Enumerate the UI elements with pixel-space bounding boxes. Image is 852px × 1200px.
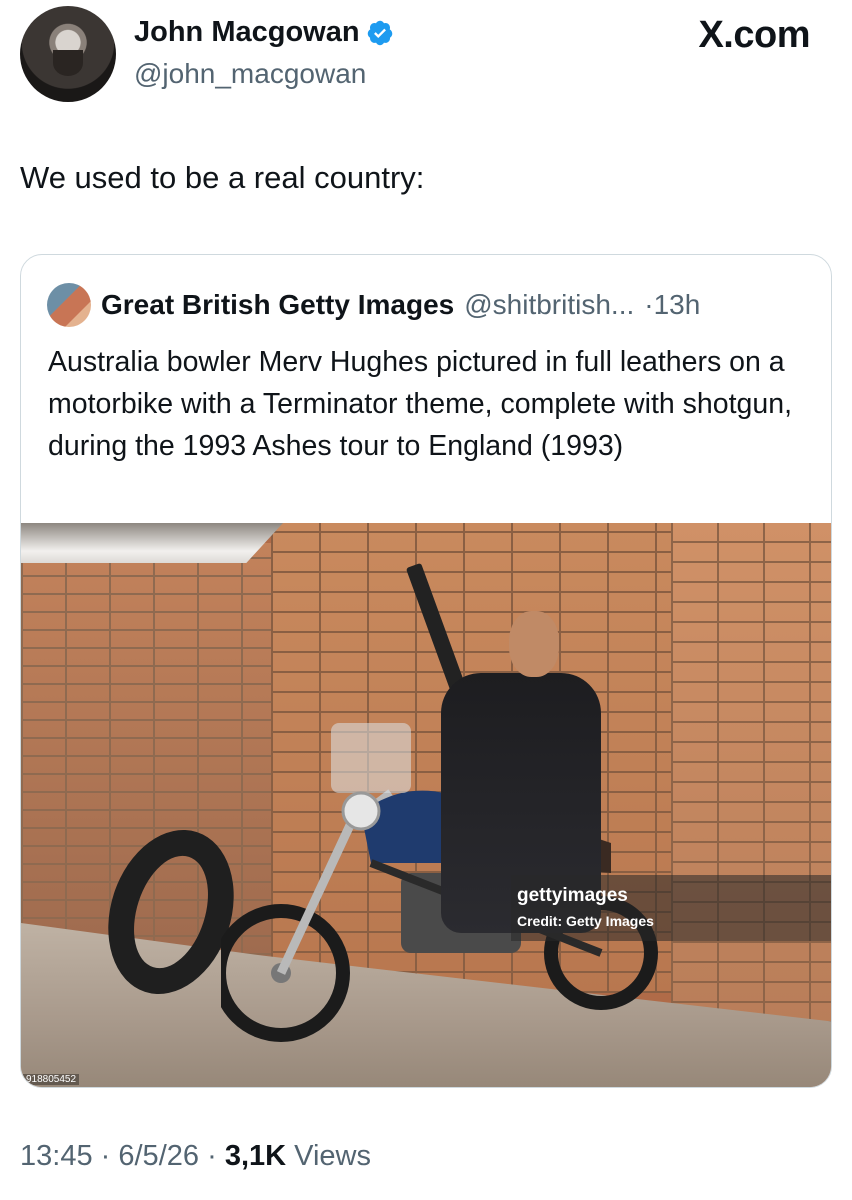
tweet-meta: 13:45 · 6/5/26 · 3,1K Views [20, 1140, 371, 1173]
tweet-time[interactable]: 13:45 [20, 1140, 93, 1172]
quoted-separator: · [644, 289, 654, 320]
quoted-header: Great British Getty Images @shitbritish.… [47, 283, 700, 327]
getty-watermark: gettyimages Credit: Getty Images [511, 875, 831, 941]
rider-head-image [509, 611, 559, 677]
getty-credit: Credit: Getty Images [517, 913, 654, 929]
image-id: 918805452 [23, 1074, 80, 1085]
quoted-photo[interactable]: gettyimages Credit: Getty Images 9188054… [21, 523, 831, 1087]
quoted-avatar[interactable] [47, 283, 91, 327]
author-handle[interactable]: @john_macgowan [134, 58, 366, 90]
views-label[interactable]: Views [294, 1140, 371, 1172]
roof-edge [21, 523, 283, 563]
tweet-text: We used to be a real country: [20, 160, 425, 195]
verified-badge-icon [367, 20, 392, 45]
author-name[interactable]: John Macgowan [134, 16, 360, 49]
brick-wall-right [671, 523, 831, 1063]
quoted-handle[interactable]: @shitbritish... [464, 289, 634, 321]
x-brand-watermark: X.com [698, 14, 810, 56]
quoted-text: Australia bowler Merv Hughes pictured in… [48, 346, 792, 462]
author-name-row[interactable]: John Macgowan [134, 16, 394, 49]
meta-separator: · [100, 1140, 111, 1172]
avatar-beard [53, 50, 83, 76]
tweet-date[interactable]: 6/5/26 [118, 1140, 199, 1172]
views-count[interactable]: 3,1K [225, 1140, 286, 1172]
quoted-name[interactable]: Great British Getty Images [101, 289, 454, 321]
meta-separator: · [207, 1140, 217, 1172]
getty-logo: gettyimages [517, 885, 628, 906]
quoted-time[interactable]: 13h [654, 289, 701, 320]
author-avatar[interactable] [20, 6, 116, 102]
quoted-tweet[interactable]: Great British Getty Images @shitbritish.… [20, 254, 832, 1088]
